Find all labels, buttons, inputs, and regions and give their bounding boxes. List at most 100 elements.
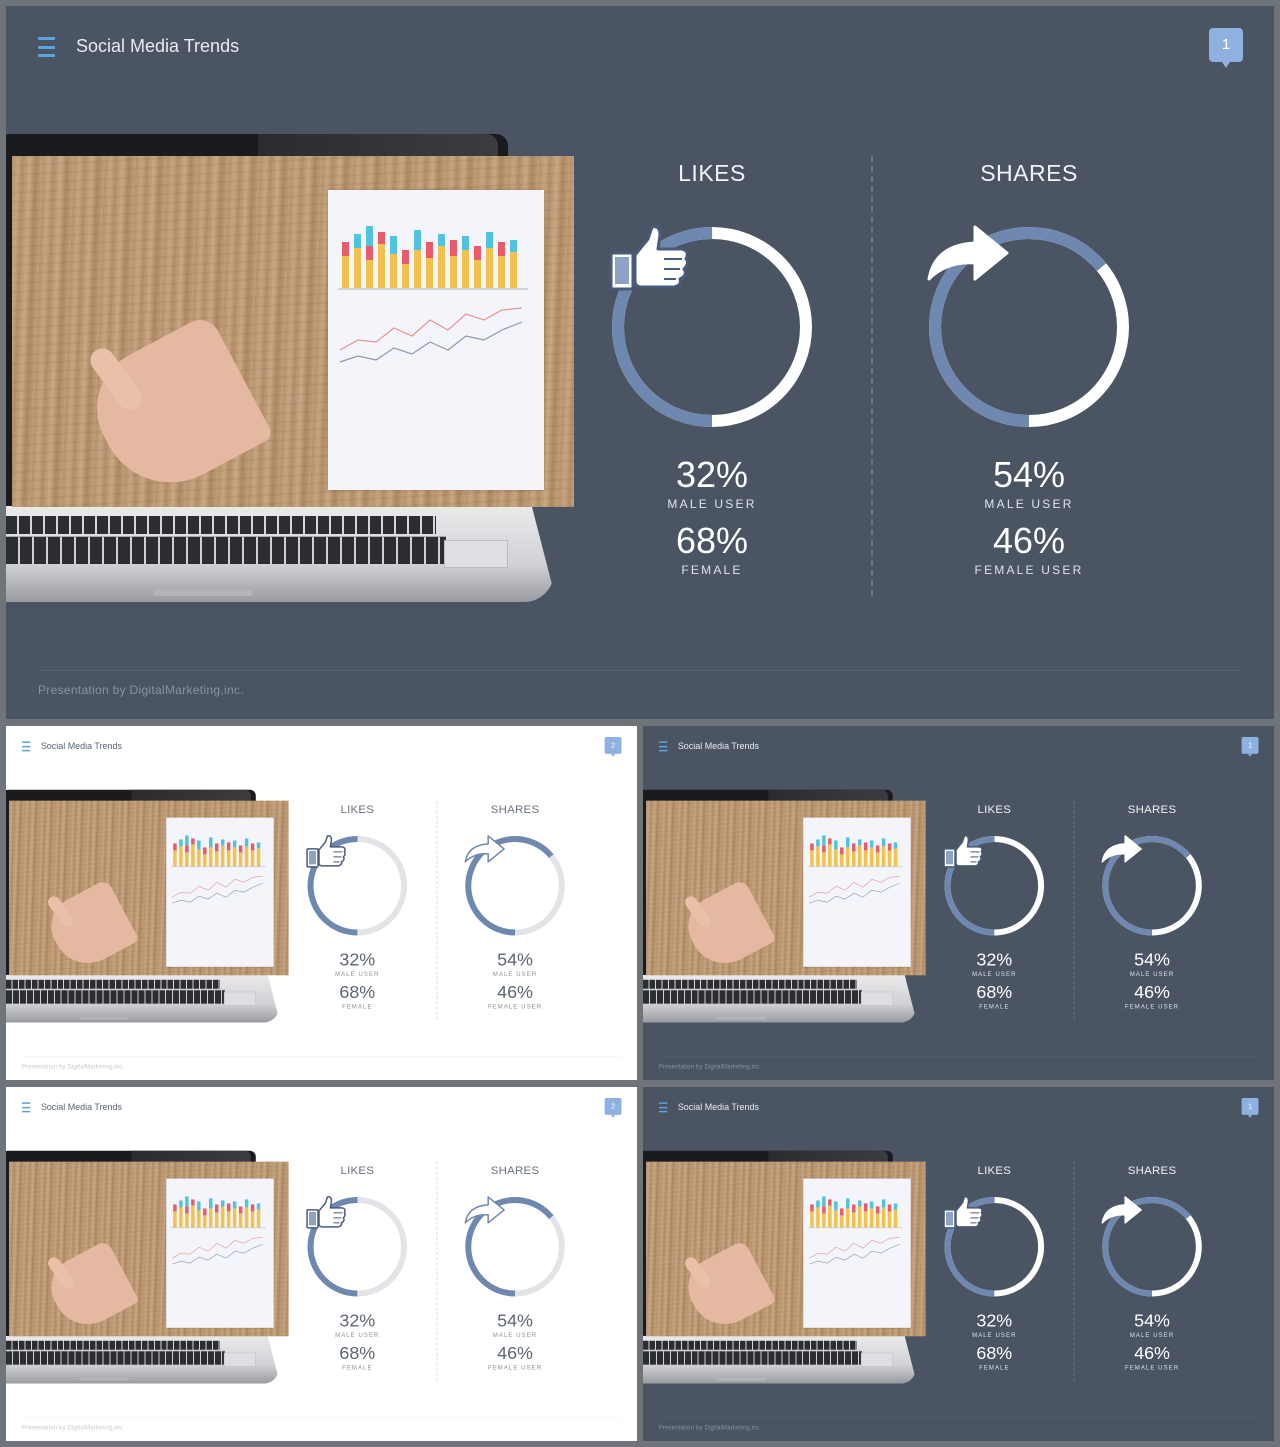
chart-paper [803,1178,911,1328]
shares-column: SHARES 54% MALE USER 46% FEMALE USER [455,801,574,1010]
page-number-badge[interactable]: 1 [1209,28,1243,68]
likes-female-label: FEMALE [681,563,743,577]
shares-ring [1100,834,1204,938]
slide-footer: Presentation by DigitalMarketing,inc. [21,1062,125,1070]
bar-chart-graphic [338,226,528,290]
chart-paper [166,1178,274,1328]
thumbs-up-icon [306,834,410,938]
likes-male-label: MALE USER [335,970,380,978]
slide-thumbnail[interactable]: Social Media Trends 1 LIKES 32% MALE USE… [643,726,1274,1080]
slide-content: Social Media Trends 2 LIKES 32% MALE USE… [6,1087,637,1441]
shares-column: SHARES 54% MALE USER 46% FEMALE USER [1092,801,1211,1010]
shares-male-label: MALE USER [1129,1331,1175,1339]
shares-female-label: FEMALE USER [1124,1364,1180,1372]
shares-male-label: MALE USER [492,970,538,978]
likes-male-percent: 32% [339,1309,376,1331]
slide-content: Social Media Trends 1 LIKES 32% MALE USE… [643,726,1274,1080]
slide-thumbnail[interactable]: Social Media Trends 1 LIKES 32% MALE USE… [643,1087,1274,1441]
shares-female-label: FEMALE USER [487,1364,543,1372]
slide-main-preview[interactable]: Social Media Trends 1 LIKES 32% MALE USE… [6,6,1274,719]
laptop-image [643,789,926,1029]
likes-heading: LIKES [340,802,375,816]
likes-female-percent: 68% [675,520,749,561]
slide-footer: Presentation by DigitalMarketing,inc. [658,1423,762,1431]
likes-ring [306,834,410,938]
slide-title: Social Media Trends [76,36,240,56]
laptop-image [6,789,289,1029]
slide-thumbnail[interactable]: Social Media Trends 2 LIKES 32% MALE USE… [6,726,637,1080]
column-divider [436,800,438,1020]
likes-heading: LIKES [977,1163,1012,1177]
likes-column: LIKES 32% MALE USER 68% FEMALE [935,801,1054,1010]
page-number-badge[interactable]: 1 [1241,736,1259,757]
likes-male-label: MALE USER [972,1331,1017,1339]
bar-chart-graphic [171,835,266,868]
shares-male-label: MALE USER [984,497,1074,511]
likes-heading: LIKES [977,802,1012,816]
menu-icon[interactable] [21,741,31,752]
shares-column: SHARES 54% MALE USER 46% FEMALE USER [909,156,1149,577]
shares-male-percent: 54% [497,948,533,970]
laptop-image [643,1150,926,1390]
likes-column: LIKES 32% MALE USER 68% FEMALE [298,801,417,1010]
slide-thumbnail[interactable]: Social Media Trends 2 LIKES 32% MALE USE… [6,1087,637,1441]
page-number-badge[interactable]: 2 [604,736,622,757]
shares-heading: SHARES [490,802,540,816]
shares-male-percent: 54% [992,454,1066,495]
bar-chart-graphic [808,835,903,868]
share-arrow-icon [463,834,567,938]
likes-female-percent: 68% [976,1342,1013,1364]
likes-female-label: FEMALE [979,1364,1010,1372]
menu-icon[interactable] [658,741,668,752]
likes-male-label: MALE USER [667,497,757,511]
column-divider [1073,800,1075,1020]
shares-female-percent: 46% [497,1342,533,1364]
bar-chart-graphic [171,1196,266,1229]
slide-title: Social Media Trends [677,1101,759,1112]
column-divider [871,156,873,596]
shares-column: SHARES 54% MALE USER 46% FEMALE USER [455,1162,574,1371]
shares-male-percent: 54% [1134,948,1170,970]
likes-column: LIKES 32% MALE USER 68% FEMALE [935,1162,1054,1371]
shares-female-percent: 46% [992,520,1066,561]
shares-female-label: FEMALE USER [487,1003,543,1011]
share-arrow-icon [1100,834,1204,938]
likes-male-percent: 32% [976,1309,1013,1331]
shares-heading: SHARES [490,1163,540,1177]
slide-title: Social Media Trends [40,1101,122,1112]
menu-icon[interactable] [658,1102,668,1113]
menu-icon[interactable] [21,1102,31,1113]
line-chart-graphic [172,1236,263,1265]
likes-ring [943,834,1047,938]
slide-footer: Presentation by DigitalMarketing,inc. [21,1423,125,1431]
thumbs-up-icon [943,834,1047,938]
likes-ring [943,1195,1047,1299]
shares-heading: SHARES [1127,1163,1177,1177]
menu-icon[interactable] [38,37,55,57]
slide-title: Social Media Trends [40,740,122,751]
shares-female-label: FEMALE USER [1124,1003,1180,1011]
shares-ring [463,834,567,938]
likes-heading: LIKES [340,1163,375,1177]
footer-divider [38,670,1243,671]
slide-content: Social Media Trends 1 LIKES 32% MALE USE… [6,6,1274,719]
likes-female-label: FEMALE [979,1003,1010,1011]
likes-heading: LIKES [678,160,746,186]
shares-male-label: MALE USER [1129,970,1175,978]
likes-male-percent: 32% [339,948,376,970]
thumbs-up-icon [943,1195,1047,1299]
likes-column: LIKES 32% MALE USER 68% FEMALE [592,156,832,577]
line-chart-graphic [809,1236,900,1265]
shares-ring [1100,1195,1204,1299]
column-divider [436,1161,438,1381]
likes-female-percent: 68% [339,981,376,1003]
shares-male-percent: 54% [497,1309,533,1331]
likes-ring [306,1195,410,1299]
likes-column: LIKES 32% MALE USER 68% FEMALE [298,1162,417,1371]
share-arrow-icon [925,223,1133,431]
chart-paper [166,817,274,967]
page-number-badge[interactable]: 2 [604,1097,622,1118]
page-number-badge[interactable]: 1 [1241,1097,1259,1118]
share-arrow-icon [1100,1195,1204,1299]
slide-footer: Presentation by DigitalMarketing,inc. [658,1062,762,1070]
